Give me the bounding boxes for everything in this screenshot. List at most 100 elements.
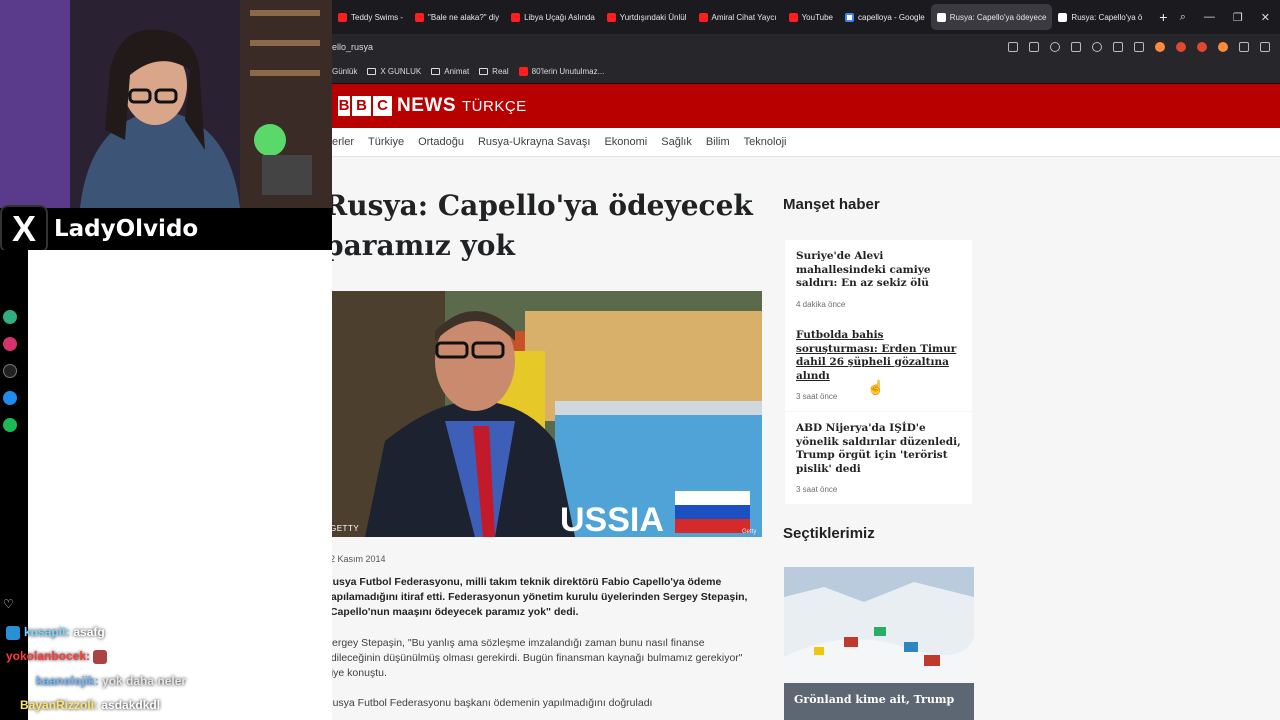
top-story-card[interactable]: ABD Nijerya'da IŞİD'e yönelik saldırılar… xyxy=(785,412,972,504)
article-paragraph: Sergey Stepaşin, "Bu yanlış ama sözleşme… xyxy=(332,637,743,679)
hand-cursor-icon: ☝ xyxy=(867,379,885,395)
youtube-icon xyxy=(511,12,521,22)
x-logo-icon: X xyxy=(0,205,48,253)
new-tab-button[interactable]: + xyxy=(1154,8,1172,26)
bookmark-x-gunluk[interactable]: X GUNLUK xyxy=(367,67,421,76)
tab-bale-ne-alaka[interactable]: "Bale ne alaka?" diy xyxy=(409,4,505,30)
tab-bar: Teddy Swims - "Bale ne alaka?" diy Libya… xyxy=(332,0,1280,34)
bbc-logo[interactable]: B B C xyxy=(338,96,392,116)
tab-bbc-active[interactable]: Rusya: Capello'ya ödeyece xyxy=(930,4,1053,30)
nav-ortadogu[interactable]: Ortadoğu xyxy=(418,136,464,148)
youtube-icon xyxy=(338,12,347,22)
picks-title: Seçtiklerimiz xyxy=(783,525,875,542)
article-headline: Rusya: Capello'ya ödeyecek paramız yok xyxy=(332,189,753,262)
tab-teddy-swims[interactable]: Teddy Swims - xyxy=(332,4,409,30)
top-story-title[interactable]: ABD Nijerya'da IŞİD'e yönelik saldırılar… xyxy=(796,422,961,476)
spotify-icon xyxy=(3,418,17,432)
bookmark-animat[interactable]: Animat xyxy=(431,67,469,76)
install-app-icon[interactable] xyxy=(1008,42,1018,52)
extension-icon[interactable] xyxy=(1176,42,1186,52)
pick-card[interactable]: Grönland kime ait, Trump xyxy=(784,567,974,720)
bluesky-icon xyxy=(3,391,17,405)
x-icon xyxy=(3,364,17,378)
restore-button[interactable]: ❐ xyxy=(1233,11,1243,24)
extension-2-icon[interactable] xyxy=(1218,42,1228,52)
tab-libya-ucagi[interactable]: Libya Uçağı Aslında xyxy=(505,4,601,30)
brave-shield-icon[interactable] xyxy=(1197,42,1207,52)
youtube-icon xyxy=(606,12,616,22)
bbc-page: B B C NEWS TÜRKÇE erler Türkiye Ortadoğu… xyxy=(332,84,1280,720)
image-small-credit: Getty xyxy=(742,529,756,535)
nav-saglik[interactable]: Sağlık xyxy=(661,136,692,148)
nav-haberler[interactable]: erler xyxy=(332,136,354,148)
youtube-icon xyxy=(698,12,708,22)
brand-news: NEWS xyxy=(397,95,456,116)
address-bar: ello_rusya xyxy=(332,34,1280,60)
section-nav: erler Türkiye Ortadoğu Rusya-Ukrayna Sav… xyxy=(332,128,1280,157)
settings-icon[interactable] xyxy=(1260,42,1270,52)
top-story-title[interactable]: Futbolda bahis soruşturması: Erden Timur… xyxy=(796,329,961,383)
nav-bilim[interactable]: Bilim xyxy=(706,136,730,148)
screenshot-icon[interactable] xyxy=(1029,42,1039,52)
bookmarks-bar: Günlük X GUNLUK Animat Real 80'lerin Unu… xyxy=(332,60,1280,84)
heart-icon: ♡ xyxy=(3,597,14,611)
top-story-time: 4 dakika önce xyxy=(796,299,846,309)
bookmark-real[interactable]: Real xyxy=(479,67,509,76)
tab-yurtdisindaki[interactable]: Yurtdışındaki Ünlül xyxy=(601,4,693,30)
chat-message: BayanRizzoli: asdakdkdl xyxy=(20,698,161,712)
youtube-icon xyxy=(518,67,528,76)
chat-message: yokolanbocek: xyxy=(6,649,111,664)
top-story-time: 3 saat önce xyxy=(796,485,838,494)
play-icon[interactable] xyxy=(1071,42,1081,52)
screen: Teddy Swims - "Bale ne alaka?" diy Libya… xyxy=(0,0,1280,720)
nav-ekonomi[interactable]: Ekonomi xyxy=(604,136,647,148)
tab-bbc-second[interactable]: Rusya: Capello'ya ö xyxy=(1052,4,1148,30)
toolbar-icons xyxy=(1008,42,1280,52)
bbc-icon xyxy=(1058,12,1068,22)
bbc-header: B B C NEWS TÜRKÇE xyxy=(332,84,1280,128)
capello-photo: USSIA Getty xyxy=(332,291,762,537)
streamer-username: LadyOlvido xyxy=(54,216,199,242)
shield-icon[interactable] xyxy=(1050,42,1060,52)
download-icon[interactable] xyxy=(1113,42,1123,52)
minimize-button[interactable]: — xyxy=(1204,11,1215,24)
search-tabs-icon[interactable]: ⌕ xyxy=(1180,11,1186,24)
heart-icon[interactable] xyxy=(1092,42,1102,52)
folder-icon xyxy=(479,68,489,75)
nav-turkiye[interactable]: Türkiye xyxy=(368,136,404,148)
close-window-button[interactable]: ✕ xyxy=(1261,11,1270,24)
nav-teknoloji[interactable]: Teknoloji xyxy=(744,136,787,148)
window-controls: ⌕ — ❐ ✕ xyxy=(1180,11,1280,24)
webcam-feed xyxy=(0,0,332,208)
brand-language: TÜRKÇE xyxy=(462,97,527,115)
tab-youtube[interactable]: YouTube xyxy=(783,4,839,30)
chatgpt-icon xyxy=(3,310,17,324)
nav-rusya-ukrayna[interactable]: Rusya-Ukrayna Savaşı xyxy=(478,136,591,148)
menu-icon[interactable] xyxy=(1134,42,1144,52)
image-credit: GETTY xyxy=(332,524,360,533)
profile-avatar-icon[interactable] xyxy=(1155,42,1165,52)
pick-caption[interactable]: Grönland kime ait, Trump xyxy=(784,683,974,720)
url-field[interactable]: ello_rusya xyxy=(332,42,373,52)
top-stories-title: Manşet haber xyxy=(783,196,880,213)
extensions-puzzle-icon[interactable] xyxy=(1239,42,1249,52)
article-date: 12 Kasım 2014 xyxy=(332,554,386,564)
image-banner-text: USSIA xyxy=(560,501,664,537)
bbc-icon xyxy=(936,12,946,22)
top-story-title[interactable]: Suriye'de Alevi mahallesindeki camiye sa… xyxy=(796,250,961,291)
top-story-card[interactable]: Suriye'de Alevi mahallesindeki camiye sa… xyxy=(785,240,972,319)
bookmark-gunluk[interactable]: Günlük xyxy=(332,67,357,76)
tab-google-search[interactable]: capelloya - Google xyxy=(839,4,931,30)
youtube-icon xyxy=(415,12,425,22)
tab-amiral-cihat[interactable]: Amiral Cihat Yaycı xyxy=(693,4,783,30)
google-icon xyxy=(845,12,854,22)
bookmark-80lerin[interactable]: 80'lerin Unutulmaz... xyxy=(518,67,604,76)
instagram-icon xyxy=(3,337,17,351)
article-image: USSIA Getty GETTY xyxy=(332,291,762,537)
emote-icon xyxy=(93,649,108,664)
webcam-image xyxy=(0,0,332,208)
folder-icon xyxy=(367,68,377,75)
top-story-card[interactable]: Futbolda bahis soruşturması: Erden Timur… xyxy=(785,319,972,411)
chat-badge-icon xyxy=(6,625,20,640)
article-lead: Rusya Futbol Federasyonu, milli takım te… xyxy=(332,576,748,618)
